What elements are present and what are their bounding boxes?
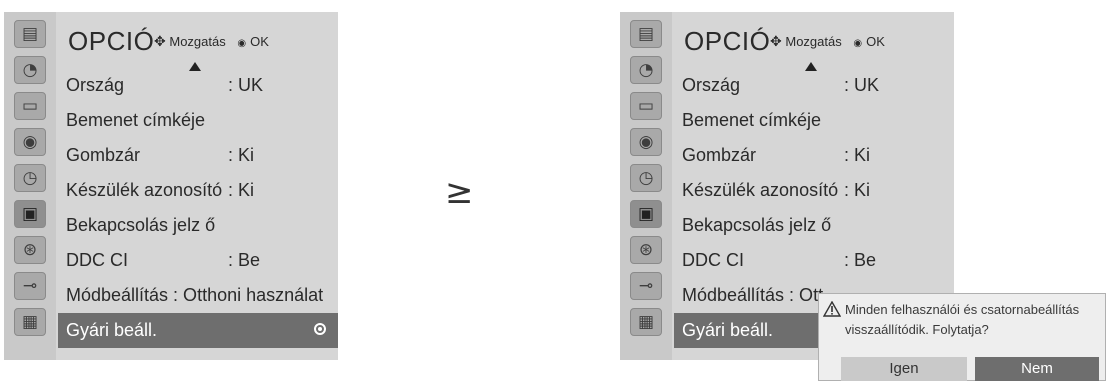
move-arrows-icon: ✥ [154, 34, 166, 50]
menu-item-label: Módbeállítás : Otthoni használat [66, 285, 324, 305]
menu-item-label: Gyári beáll. [682, 320, 774, 340]
menu-item-factory-reset[interactable]: Gyári beáll. [58, 313, 338, 348]
step-arrow: ≥ [445, 172, 474, 212]
menu-title: OPCIÓ [684, 26, 771, 56]
menu-item-label: Gombzár [66, 145, 141, 165]
ok-hint-label: OK [250, 34, 269, 49]
input-icon[interactable]: ⊸ [630, 272, 662, 300]
nav-hint: ✥ Mozgatás ◉ OK [154, 34, 269, 50]
clock-icon[interactable]: ◷ [630, 164, 662, 192]
options-menu-panel-left: ▤ ◔ ▭ ◉ ◷ ▣ ⊛ ⊸ ▦ OPCIÓ ✥ Mozgatás ◉ OK O… [4, 12, 338, 360]
nav-hint-label: Mozgatás [785, 34, 842, 49]
move-arrows-icon: ✥ [770, 34, 782, 50]
menu-item-key-lock[interactable]: Gombzár : Ki [58, 138, 338, 173]
menu-item-set-id[interactable]: Készülék azonosító: Ki [58, 173, 338, 208]
sidebar-left: ▤ ◔ ▭ ◉ ◷ ▣ ⊛ ⊸ ▦ [4, 12, 56, 360]
warning-icon [823, 301, 841, 317]
menu-item-label: Bekapcsolás jelz ő [682, 215, 832, 235]
monitor-icon[interactable]: ▭ [14, 92, 46, 120]
satellite-icon[interactable]: ◔ [14, 56, 46, 84]
dialog-message: Minden felhasználói és csatornabeállítás… [845, 302, 1080, 337]
menu-item-input-label[interactable]: Bemenet címkéje [674, 103, 954, 138]
reset-confirm-dialog: Minden felhasználói és csatornabeállítás… [818, 293, 1106, 381]
option-icon[interactable]: ▤ [630, 20, 662, 48]
menu-item-label: Készülék azonosító [66, 180, 223, 200]
menu-item-label: Ország [682, 75, 741, 95]
clock-icon[interactable]: ◷ [14, 164, 46, 192]
monitor-icon[interactable]: ▭ [630, 92, 662, 120]
menu-item-label: Ország [66, 75, 125, 95]
menu-item-value: : Ki [844, 180, 871, 200]
menu-item-country[interactable]: Ország : UK [58, 68, 338, 103]
speaker-icon[interactable]: ◉ [14, 128, 46, 156]
menu-item-country[interactable]: Ország : UK [674, 68, 954, 103]
menu-item-power-indicator[interactable]: Bekapcsolás jelz ő [58, 208, 338, 243]
menu-item-value: : Ki [228, 145, 255, 165]
option-active-icon[interactable]: ▣ [14, 200, 46, 228]
menu-title: OPCIÓ [68, 26, 155, 56]
menu-list: Ország : UK Bemenet címkéje Gombzár : Ki K… [58, 68, 338, 348]
speaker-icon[interactable]: ◉ [630, 128, 662, 156]
ok-dot-icon: ◉ [853, 38, 863, 49]
menu-item-ddc-ci[interactable]: DDC CI : Be [58, 243, 338, 278]
menu-item-label: DDC CI [682, 250, 744, 270]
yes-button[interactable]: Igen [841, 357, 967, 381]
photo-icon[interactable]: ▦ [630, 308, 662, 336]
ok-hint-label: OK [866, 34, 885, 49]
satellite-icon[interactable]: ◔ [630, 56, 662, 84]
input-icon[interactable]: ⊸ [14, 272, 46, 300]
menu-item-mode-setting[interactable]: Módbeállítás : Otthoni használat [58, 278, 338, 313]
nav-hint-label: Mozgatás [169, 34, 226, 49]
menu-item-power-indicator[interactable]: Bekapcsolás jelz ő [674, 208, 954, 243]
sidebar-right: ▤ ◔ ▭ ◉ ◷ ▣ ⊛ ⊸ ▦ [620, 12, 672, 360]
menu-item-value: : Ki [844, 145, 871, 165]
photo-icon[interactable]: ▦ [14, 308, 46, 336]
menu-item-label: Bemenet címkéje [66, 110, 206, 130]
menu-item-set-id[interactable]: Készülék azonosító: Ki [674, 173, 954, 208]
menu-item-value: : Be [228, 250, 261, 270]
menu-item-label: Gombzár [682, 145, 757, 165]
lock-icon[interactable]: ⊛ [630, 236, 662, 264]
menu-item-label: Módbeállítás : Ott [682, 285, 824, 305]
nav-hint: ✥ Mozgatás ◉ OK [770, 34, 885, 50]
menu-item-value: : UK [228, 75, 264, 95]
menu-item-value: : UK [844, 75, 880, 95]
menu-item-label: Bemenet címkéje [682, 110, 822, 130]
lock-icon[interactable]: ⊛ [14, 236, 46, 264]
menu-item-label: DDC CI [66, 250, 128, 270]
no-button[interactable]: Nem [975, 357, 1099, 381]
option-icon[interactable]: ▤ [14, 20, 46, 48]
ok-dot-icon: ◉ [237, 38, 247, 49]
menu-item-label: Készülék azonosító [682, 180, 839, 200]
menu-item-ddc-ci[interactable]: DDC CI : Be [674, 243, 954, 278]
menu-item-value: : Be [844, 250, 877, 270]
menu-item-key-lock[interactable]: Gombzár : Ki [674, 138, 954, 173]
option-active-icon[interactable]: ▣ [630, 200, 662, 228]
menu-item-value: : Ki [228, 180, 255, 200]
menu-item-label: Gyári beáll. [66, 320, 158, 340]
ok-radio-icon [314, 323, 326, 335]
menu-item-label: Bekapcsolás jelz ő [66, 215, 216, 235]
menu-item-input-label[interactable]: Bemenet címkéje [58, 103, 338, 138]
